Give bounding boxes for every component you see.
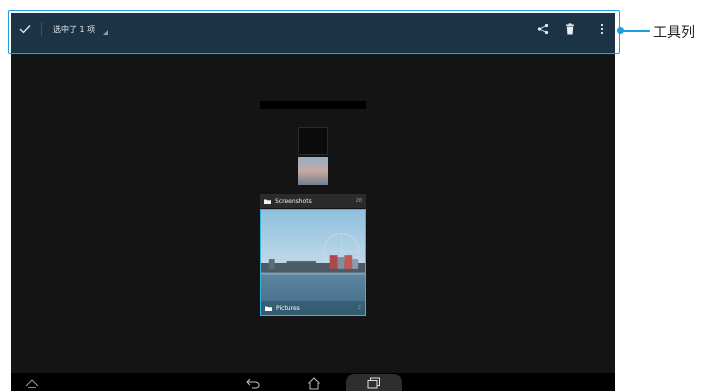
gallery-screen: 选中了 1 项 Screenshots 28 Pictures 2 <box>11 13 615 391</box>
album-name: Screenshots <box>275 197 312 205</box>
folder-icon <box>264 199 271 204</box>
harbor-photo <box>261 210 365 315</box>
thumbnail-photo <box>298 157 328 185</box>
thumbnail-dark <box>298 127 328 155</box>
folder-icon <box>265 306 272 311</box>
callout-label: 工具列 <box>653 25 695 41</box>
title-strip <box>260 101 366 109</box>
album-count: 2 <box>357 305 361 311</box>
album-pictures[interactable]: Pictures 2 <box>260 209 366 316</box>
album-name: Pictures <box>276 304 300 312</box>
album-screenshots[interactable]: Screenshots 28 <box>260 194 366 208</box>
toolbar-highlight-box <box>8 10 620 54</box>
callout-leader-line <box>623 30 650 32</box>
album-label-overlay: Pictures 2 <box>261 301 365 315</box>
recent-apps-icon[interactable] <box>366 376 382 390</box>
album-count: 28 <box>355 198 362 204</box>
album-thumbnail-stack[interactable] <box>298 127 328 185</box>
home-icon[interactable] <box>306 376 322 390</box>
back-icon[interactable] <box>245 376 261 390</box>
collapse-up-icon[interactable] <box>23 376 41 390</box>
